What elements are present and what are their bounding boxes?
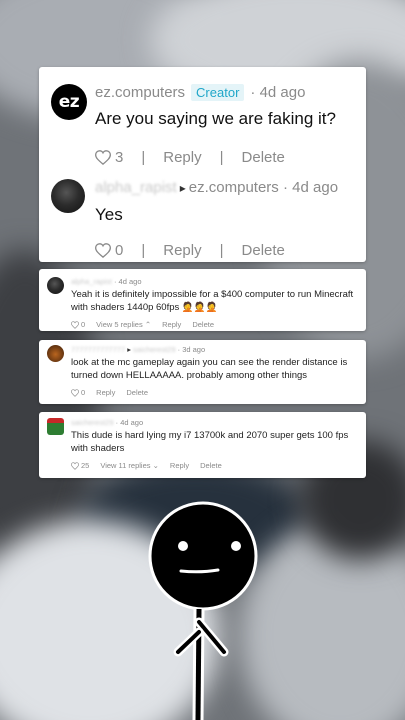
stick-figure-illustration bbox=[148, 501, 258, 720]
